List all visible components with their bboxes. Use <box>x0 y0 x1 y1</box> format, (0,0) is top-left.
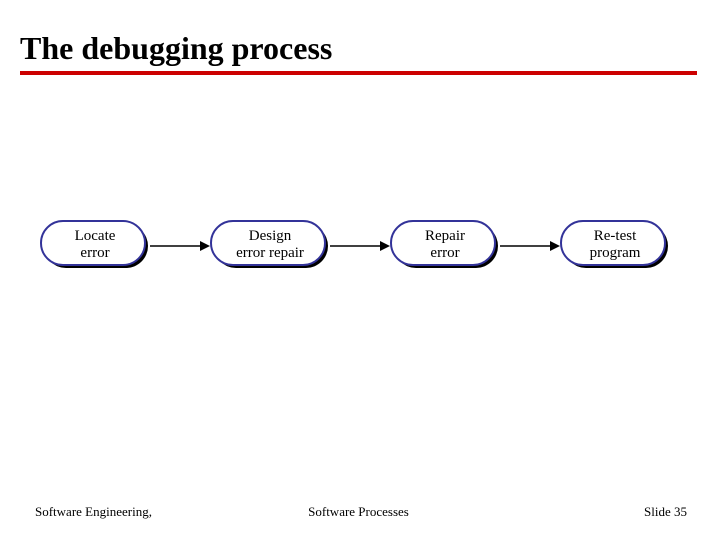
node-label-line1: Locate <box>75 228 116 245</box>
node-label-line2: error <box>430 245 459 262</box>
process-diagram: Locate error Design error repair Repair … <box>0 210 717 300</box>
node-label-line2: program <box>590 245 641 262</box>
footer-right: Slide 35 <box>644 504 687 520</box>
arrow-icon <box>150 240 210 252</box>
node-label-line1: Design <box>249 228 292 245</box>
node-label-line2: error <box>80 245 109 262</box>
arrow-icon <box>330 240 390 252</box>
footer-left: Software Engineering, <box>35 504 152 520</box>
node-repair-error: Repair error <box>390 220 500 270</box>
title-underline <box>20 71 697 75</box>
slide-title: The debugging process <box>20 30 697 67</box>
footer-center: Software Processes <box>308 504 409 520</box>
node-label-line1: Repair <box>425 228 465 245</box>
node-label-line2: error repair <box>236 245 304 262</box>
arrow-icon <box>500 240 560 252</box>
node-design-error-repair: Design error repair <box>210 220 330 270</box>
node-locate-error: Locate error <box>40 220 150 270</box>
title-area: The debugging process <box>0 0 717 81</box>
node-label-line1: Re-test <box>594 228 637 245</box>
node-retest-program: Re-test program <box>560 220 670 270</box>
